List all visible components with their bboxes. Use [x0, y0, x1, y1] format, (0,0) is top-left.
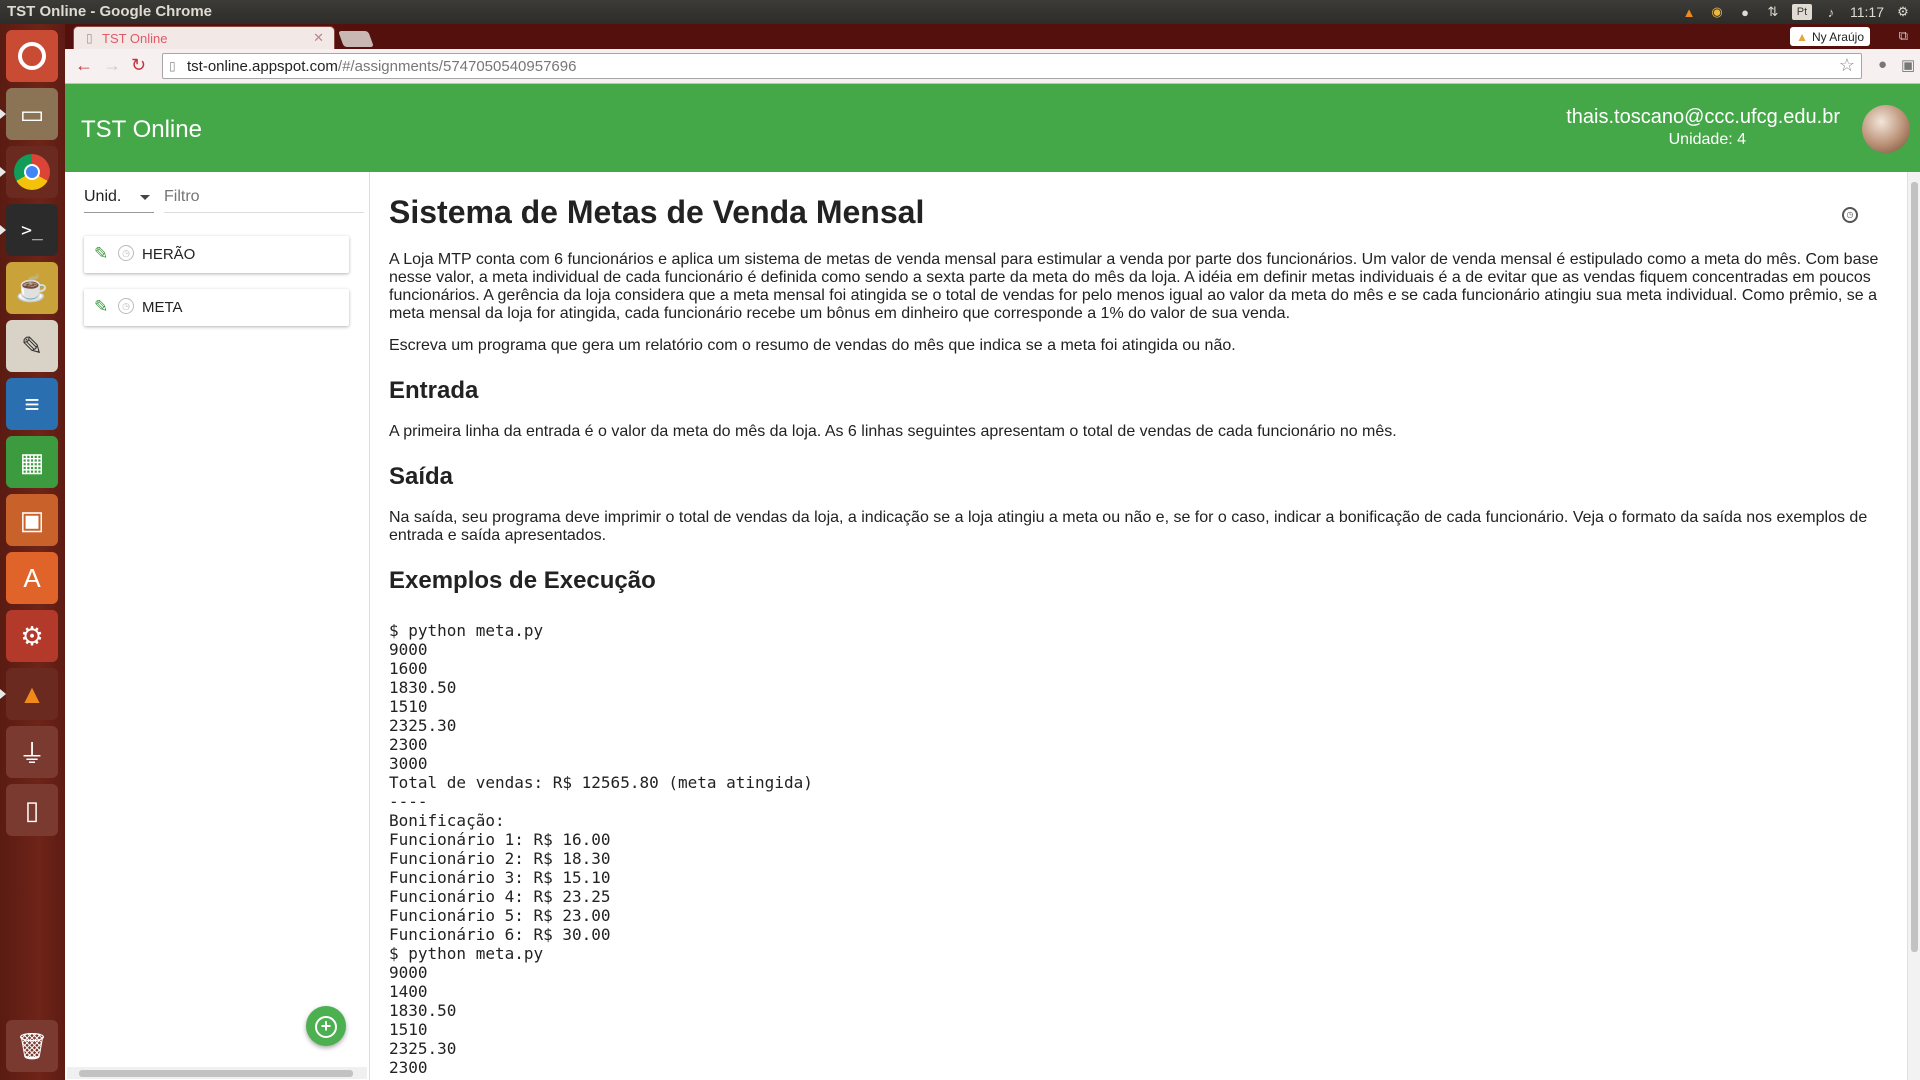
assignment-title: Sistema de Metas de Venda Mensal: [389, 194, 925, 230]
chat-tray-icon[interactable]: ●: [1736, 3, 1754, 21]
vlc-icon[interactable]: ▲: [6, 668, 58, 720]
clock-icon: ◷: [118, 298, 134, 314]
horizontal-scrollbar[interactable]: [67, 1067, 367, 1079]
url-path: /#/assignments/5747050540957696: [337, 58, 577, 75]
user-email: thais.toscano@ccc.ufcg.edu.br: [1566, 106, 1840, 128]
output-heading: Saída: [389, 463, 454, 490]
filter-input[interactable]: [164, 188, 364, 213]
clock[interactable]: 11:17: [1850, 4, 1884, 20]
page-icon: ▯: [86, 31, 93, 45]
extension-icon[interactable]: ●: [1878, 56, 1887, 73]
examples-heading: Exemplos de Execução: [389, 567, 656, 594]
app-title[interactable]: TST Online: [81, 116, 202, 144]
input-heading: Entrada: [389, 377, 479, 404]
chrome-tray-icon[interactable]: ◉: [1708, 3, 1726, 21]
running-indicator: [0, 167, 6, 177]
address-bar[interactable]: ▯ tst-online.appspot.com/#/assignments/5…: [162, 53, 1862, 79]
scrollbar-thumb[interactable]: [79, 1070, 353, 1077]
url-host: tst-online.appspot.com: [187, 58, 338, 75]
vlc-tray-icon[interactable]: ▲: [1680, 3, 1698, 21]
libreoffice-impress-icon[interactable]: ▣: [6, 494, 58, 546]
current-unit: Unidade: 4: [1668, 131, 1746, 148]
unity-launcher: ▭ >_ ☕ ✎ ≡ ▦ ▣ A ⚙ ▲ ⏚ ▯ 🗑: [0, 24, 65, 1080]
window-controls[interactable]: ⧉: [1899, 28, 1908, 44]
media-player-device-icon[interactable]: ▯: [6, 784, 58, 836]
system-top-panel: TST Online - Google Chrome ▲ ◉ ● ⇅ Pt ♪ …: [0, 0, 1920, 24]
add-assignment-button[interactable]: +: [306, 1006, 346, 1046]
new-tab-button[interactable]: [338, 31, 374, 47]
browser-tab-strip: ▯ TST Online ✕ ▲ Ny Araújo ⧉: [65, 24, 1920, 49]
teapot-app-icon[interactable]: ☕: [6, 262, 58, 314]
warning-icon: ▲: [1796, 29, 1808, 44]
assignment-card[interactable]: ✎ ◷ META: [84, 289, 349, 326]
app-header: TST Online thais.toscano@ccc.ufcg.edu.br…: [65, 84, 1920, 172]
profile-name: Ny Araújo: [1811, 29, 1864, 44]
extension-icon[interactable]: ▣: [1901, 56, 1915, 74]
text-editor-icon[interactable]: ✎: [6, 320, 58, 372]
clock-icon: ◷: [118, 245, 134, 261]
bookmark-star-icon[interactable]: ☆: [1839, 55, 1855, 76]
chrome-icon[interactable]: [6, 146, 58, 198]
page-info-icon[interactable]: ▯: [169, 59, 176, 73]
keyboard-layout-indicator[interactable]: Pt: [1792, 4, 1812, 20]
vertical-scrollbar[interactable]: [1907, 172, 1920, 1080]
window-title: TST Online - Google Chrome: [7, 3, 213, 20]
libreoffice-calc-icon[interactable]: ▦: [6, 436, 58, 488]
example-code: $ python meta.py 9000 1600 1830.50 1510 …: [389, 621, 813, 1080]
tab-title: TST Online: [102, 31, 168, 46]
assignments-sidebar: Unid. ✎ ◷ HERÃO ✎ ◷ META +: [65, 172, 370, 1080]
scrollbar-thumb[interactable]: [1911, 182, 1918, 952]
reload-icon[interactable]: ↻: [131, 55, 146, 76]
ubuntu-dash-icon[interactable]: [6, 30, 58, 82]
running-indicator: [0, 225, 6, 235]
input-description: A primeira linha da entrada é o valor da…: [389, 423, 1397, 440]
running-indicator: [0, 109, 6, 119]
assignment-label: META: [142, 299, 183, 316]
browser-tab[interactable]: ▯ TST Online ✕: [73, 26, 335, 49]
assignment-card[interactable]: ✎ ◷ HERÃO: [84, 236, 349, 273]
output-description: Na saída, seu programa deve imprimir o t…: [389, 509, 1868, 544]
back-icon[interactable]: ←: [75, 55, 93, 76]
file-manager-icon[interactable]: ▭: [6, 88, 58, 140]
edit-pencil-icon[interactable]: ✎: [94, 244, 108, 264]
assignment-label: HERÃO: [142, 246, 196, 263]
settings-gear-icon[interactable]: ⚙: [1894, 3, 1912, 21]
close-tab-icon[interactable]: ✕: [313, 30, 324, 46]
assignment-intro: A Loja MTP conta com 6 funcionários e ap…: [389, 251, 1879, 322]
running-indicator: [0, 689, 6, 699]
history-icon[interactable]: ◷: [1842, 207, 1858, 223]
unit-select[interactable]: Unid.: [84, 188, 154, 213]
libreoffice-writer-icon[interactable]: ≡: [6, 378, 58, 430]
usb-drive-icon[interactable]: ⏚: [6, 726, 58, 778]
software-center-icon[interactable]: A: [6, 552, 58, 604]
dropdown-caret-icon: [140, 195, 150, 200]
network-icon[interactable]: ⇅: [1764, 3, 1782, 21]
trash-icon[interactable]: 🗑: [6, 1020, 58, 1072]
edit-pencil-icon[interactable]: ✎: [94, 297, 108, 317]
profile-button[interactable]: ▲ Ny Araújo: [1790, 27, 1870, 46]
assignment-content: Sistema de Metas de Venda Mensal A Loja …: [389, 172, 1899, 1080]
volume-icon[interactable]: ♪: [1822, 3, 1840, 21]
browser-toolbar: ← → ↻ ▯ tst-online.appspot.com/#/assignm…: [65, 49, 1920, 84]
system-tray: ▲ ◉ ● ⇅ Pt ♪ 11:17 ⚙: [1680, 0, 1920, 24]
forward-icon[interactable]: →: [103, 55, 121, 76]
terminal-icon[interactable]: >_: [6, 204, 58, 256]
system-settings-icon[interactable]: ⚙: [6, 610, 58, 662]
assignment-task: Escreva um programa que gera um relatóri…: [389, 337, 1236, 354]
avatar[interactable]: [1862, 105, 1910, 153]
